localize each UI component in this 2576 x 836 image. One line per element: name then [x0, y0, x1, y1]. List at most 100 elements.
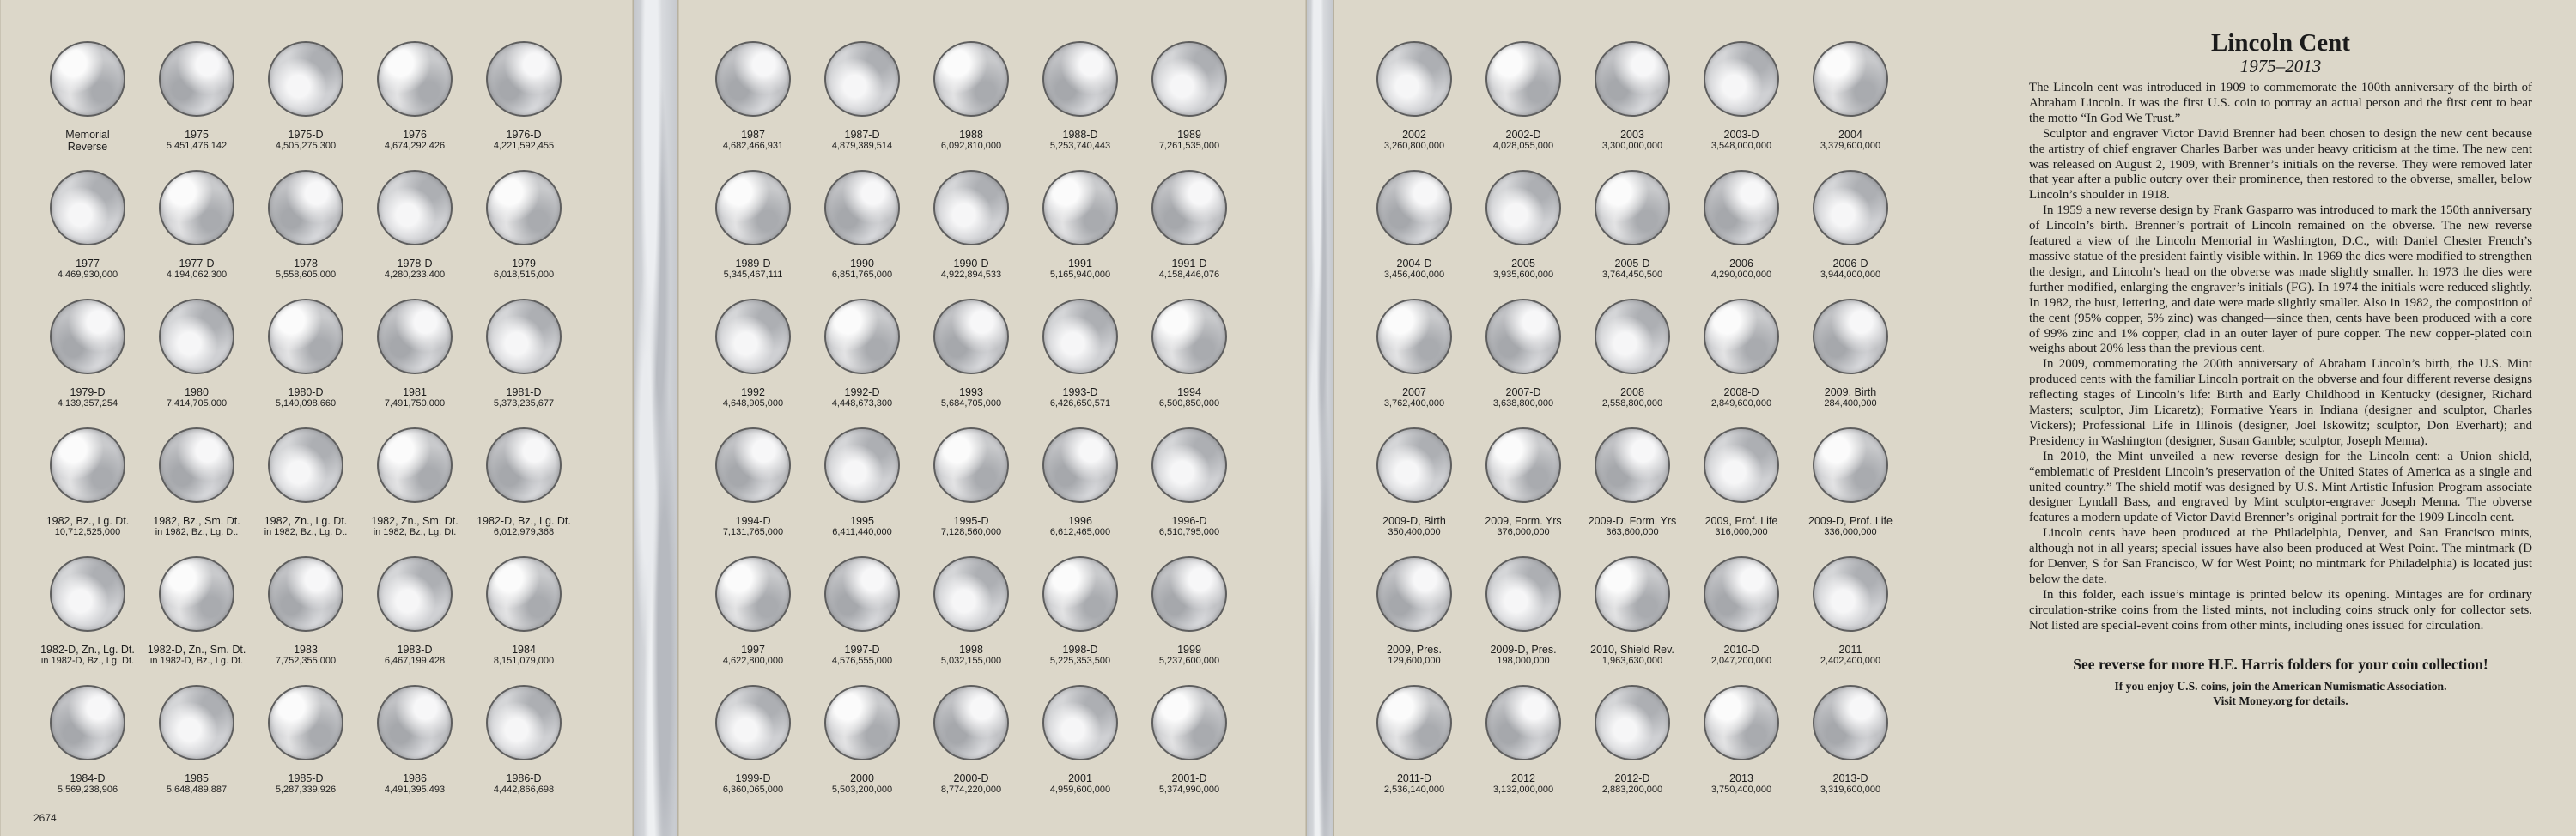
coin-slot[interactable]: 1993 5,684,705,000 — [917, 299, 1025, 409]
coin-slot[interactable]: 2001 4,959,600,000 — [1026, 685, 1134, 796]
coin-hole[interactable] — [1042, 170, 1118, 245]
coin-hole[interactable] — [933, 41, 1009, 117]
coin-slot[interactable]: 1982-D, Zn., Sm. Dt. in 1982-D, Bz., Lg. … — [143, 556, 251, 667]
coin-hole[interactable] — [1376, 556, 1452, 632]
coin-hole[interactable] — [1704, 556, 1779, 632]
coin-hole[interactable] — [377, 299, 453, 374]
coin-hole[interactable] — [715, 685, 791, 760]
coin-slot[interactable]: 1975-D 4,505,275,300 — [252, 41, 360, 152]
coin-slot[interactable]: 2002 3,260,800,000 — [1360, 41, 1468, 152]
coin-hole[interactable] — [1485, 685, 1561, 760]
coin-hole[interactable] — [50, 427, 125, 503]
coin-hole[interactable] — [1595, 685, 1670, 760]
coin-slot[interactable]: Memorial Reverse — [33, 41, 142, 153]
coin-slot[interactable]: 2008 2,558,800,000 — [1578, 299, 1686, 409]
coin-hole[interactable] — [1042, 299, 1118, 374]
coin-hole[interactable] — [1151, 41, 1227, 117]
coin-slot[interactable]: 1976 4,674,292,426 — [361, 41, 469, 152]
coin-slot[interactable]: 1994 6,500,850,000 — [1135, 299, 1243, 409]
coin-hole[interactable] — [268, 685, 343, 760]
coin-slot[interactable]: 1998-D 5,225,353,500 — [1026, 556, 1134, 667]
coin-slot[interactable]: 1986 4,491,395,493 — [361, 685, 469, 796]
coin-hole[interactable] — [1485, 41, 1561, 117]
coin-hole[interactable] — [1376, 299, 1452, 374]
coin-hole[interactable] — [1704, 685, 1779, 760]
coin-hole[interactable] — [1704, 427, 1779, 503]
coin-slot[interactable]: 1998 5,032,155,000 — [917, 556, 1025, 667]
coin-hole[interactable] — [50, 556, 125, 632]
coin-slot[interactable]: 2005 3,935,600,000 — [1469, 170, 1577, 281]
coin-hole[interactable] — [1813, 556, 1888, 632]
coin-slot[interactable]: 1982, Zn., Sm. Dt. in 1982, Bz., Lg. Dt. — [361, 427, 469, 538]
coin-hole[interactable] — [1813, 41, 1888, 117]
coin-hole[interactable] — [486, 685, 562, 760]
coin-hole[interactable] — [1813, 299, 1888, 374]
coin-slot[interactable]: 1999-D 6,360,065,000 — [699, 685, 807, 796]
coin-slot[interactable]: 2007-D 3,638,800,000 — [1469, 299, 1577, 409]
coin-slot[interactable]: 1982, Bz., Lg. Dt. 10,712,525,000 — [33, 427, 142, 538]
coin-slot[interactable]: 1997-D 4,576,555,000 — [808, 556, 916, 667]
coin-hole[interactable] — [933, 299, 1009, 374]
coin-slot[interactable]: 2000-D 8,774,220,000 — [917, 685, 1025, 796]
coin-hole[interactable] — [486, 427, 562, 503]
coin-hole[interactable] — [377, 170, 453, 245]
coin-slot[interactable]: 1997 4,622,800,000 — [699, 556, 807, 667]
coin-slot[interactable]: 1992 4,648,905,000 — [699, 299, 807, 409]
coin-slot[interactable]: 1990 6,851,765,000 — [808, 170, 916, 281]
coin-hole[interactable] — [933, 170, 1009, 245]
coin-slot[interactable]: 2007 3,762,400,000 — [1360, 299, 1468, 409]
coin-hole[interactable] — [824, 427, 900, 503]
coin-hole[interactable] — [1151, 685, 1227, 760]
coin-slot[interactable]: 1978 5,558,605,000 — [252, 170, 360, 281]
coin-slot[interactable]: 2010-D 2,047,200,000 — [1687, 556, 1795, 667]
coin-hole[interactable] — [159, 170, 234, 245]
coin-hole[interactable] — [1376, 685, 1452, 760]
coin-hole[interactable] — [1704, 299, 1779, 374]
coin-hole[interactable] — [1151, 170, 1227, 245]
coin-slot[interactable]: 1987-D 4,879,389,514 — [808, 41, 916, 152]
coin-slot[interactable]: 1990-D 4,922,894,533 — [917, 170, 1025, 281]
coin-slot[interactable]: 2009-D, Prof. Life 336,000,000 — [1796, 427, 1905, 538]
coin-hole[interactable] — [50, 685, 125, 760]
coin-slot[interactable]: 2006-D 3,944,000,000 — [1796, 170, 1905, 281]
coin-hole[interactable] — [1813, 685, 1888, 760]
coin-slot[interactable]: 2009-D, Form. Yrs 363,600,000 — [1578, 427, 1686, 538]
coin-slot[interactable]: 2011 2,402,400,000 — [1796, 556, 1905, 667]
coin-hole[interactable] — [486, 556, 562, 632]
coin-slot[interactable]: 2004 3,379,600,000 — [1796, 41, 1905, 152]
coin-hole[interactable] — [268, 427, 343, 503]
coin-slot[interactable]: 2009, Pres. 129,600,000 — [1360, 556, 1468, 667]
coin-hole[interactable] — [933, 427, 1009, 503]
coin-hole[interactable] — [159, 41, 234, 117]
coin-slot[interactable]: 2012 3,132,000,000 — [1469, 685, 1577, 796]
coin-slot[interactable]: 1980-D 5,140,098,660 — [252, 299, 360, 409]
coin-hole[interactable] — [1042, 41, 1118, 117]
coin-slot[interactable]: 1979 6,018,515,000 — [470, 170, 578, 281]
coin-slot[interactable]: 1982-D, Zn., Lg. Dt. in 1982-D, Bz., Lg. … — [33, 556, 142, 667]
coin-slot[interactable]: 1991-D 4,158,446,076 — [1135, 170, 1243, 281]
coin-slot[interactable]: 2009, Prof. Life 316,000,000 — [1687, 427, 1795, 538]
coin-hole[interactable] — [1813, 427, 1888, 503]
coin-hole[interactable] — [377, 41, 453, 117]
coin-hole[interactable] — [1151, 556, 1227, 632]
coin-hole[interactable] — [715, 41, 791, 117]
coin-hole[interactable] — [1485, 299, 1561, 374]
coin-slot[interactable]: 2013 3,750,400,000 — [1687, 685, 1795, 796]
coin-slot[interactable]: 1996 6,612,465,000 — [1026, 427, 1134, 538]
coin-slot[interactable]: 2003-D 3,548,000,000 — [1687, 41, 1795, 152]
coin-slot[interactable]: 2009-D, Birth 350,400,000 — [1360, 427, 1468, 538]
coin-hole[interactable] — [50, 41, 125, 117]
coin-hole[interactable] — [715, 299, 791, 374]
coin-hole[interactable] — [1595, 556, 1670, 632]
coin-slot[interactable]: 2004-D 3,456,400,000 — [1360, 170, 1468, 281]
coin-hole[interactable] — [824, 299, 900, 374]
coin-hole[interactable] — [1042, 685, 1118, 760]
coin-slot[interactable]: 1977-D 4,194,062,300 — [143, 170, 251, 281]
coin-hole[interactable] — [715, 427, 791, 503]
coin-hole[interactable] — [377, 685, 453, 760]
coin-hole[interactable] — [715, 170, 791, 245]
coin-hole[interactable] — [1485, 170, 1561, 245]
coin-slot[interactable]: 1995-D 7,128,560,000 — [917, 427, 1025, 538]
coin-hole[interactable] — [1042, 427, 1118, 503]
coin-hole[interactable] — [159, 299, 234, 374]
